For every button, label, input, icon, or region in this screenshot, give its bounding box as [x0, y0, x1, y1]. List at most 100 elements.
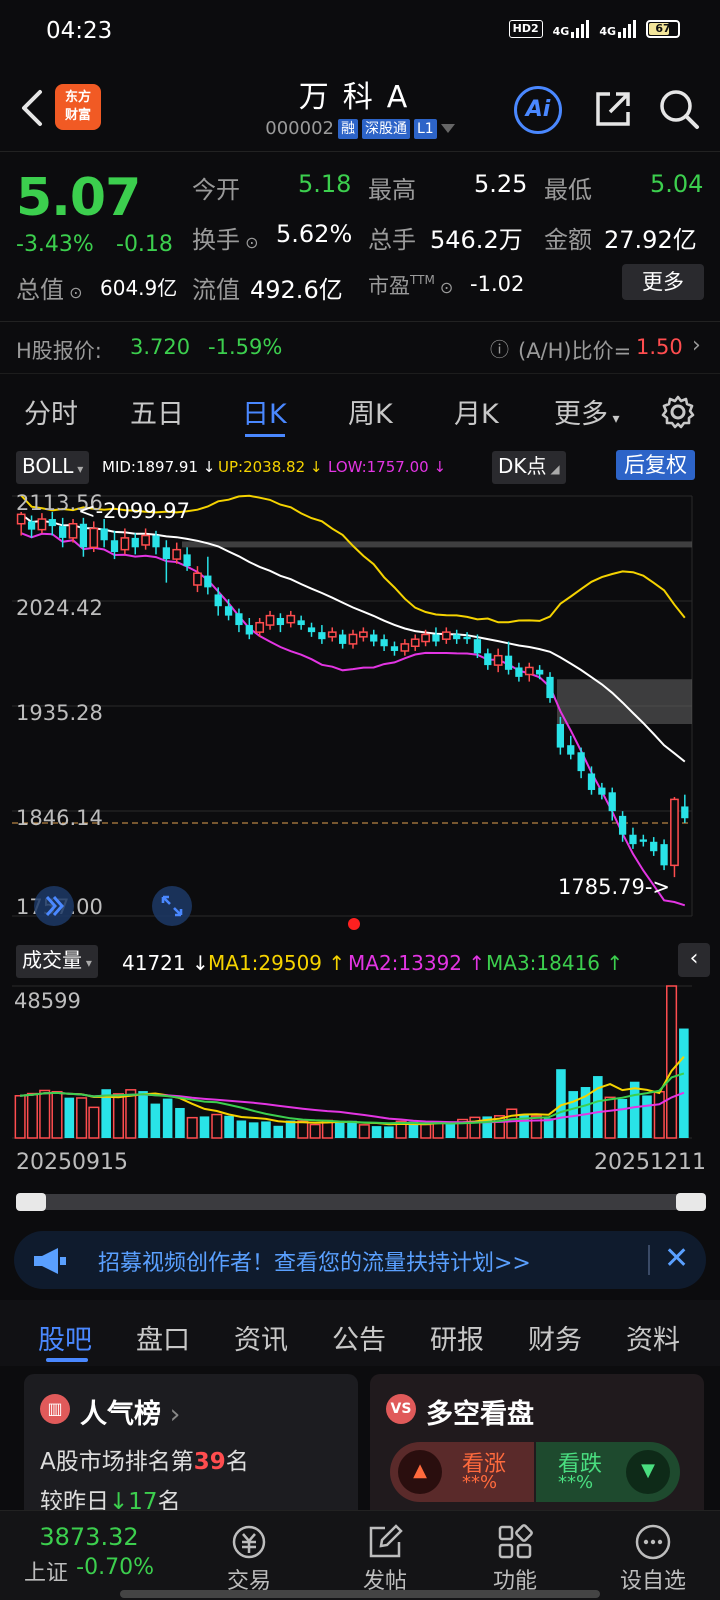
- candle: [639, 839, 647, 842]
- help-icon[interactable]: ⓘ: [490, 335, 509, 362]
- volume-bar: [568, 1091, 579, 1138]
- volume-bar: [39, 1089, 51, 1139]
- chart-range-scrollbar[interactable]: [16, 1193, 706, 1211]
- signal-icon: 4G: [553, 20, 590, 38]
- candle: [68, 523, 78, 539]
- chevron-right-icon: ›: [692, 333, 701, 358]
- range-handle-right[interactable]: [676, 1193, 706, 1211]
- h-share-percent: -1.59%: [208, 335, 283, 359]
- volume-bar: [273, 1125, 284, 1138]
- boll-mid: MID:1897.91 ↓: [102, 458, 216, 476]
- float-label: 流值: [192, 276, 240, 304]
- candle: [37, 518, 47, 531]
- volume-select[interactable]: 成交量 ▾: [16, 945, 98, 978]
- low-label: 最低: [544, 176, 592, 204]
- nav-add-watchlist[interactable]: 设自选: [608, 1521, 698, 1595]
- range-handle-left[interactable]: [16, 1193, 46, 1211]
- date-end: 20251211: [594, 1150, 706, 1175]
- candle: [629, 834, 637, 845]
- tab-profile[interactable]: 资料: [626, 1318, 680, 1357]
- search-icon[interactable]: [658, 88, 700, 130]
- candle: [650, 841, 658, 852]
- home-indicator: [120, 1590, 600, 1598]
- promo-banner[interactable]: 招募视频创作者！查看您的流量扶持计划>> ✕: [14, 1231, 706, 1289]
- tab-monthly-k[interactable]: 月K: [454, 392, 499, 431]
- popularity-rank: A股市场排名第39名: [40, 1449, 249, 1475]
- nav-trade[interactable]: 交易: [204, 1521, 294, 1595]
- adjust-mode-button[interactable]: 后复权: [616, 450, 695, 480]
- candle: [120, 537, 130, 551]
- y-tick-label: 1846.14: [16, 806, 103, 830]
- index-ticker[interactable]: 3873.32 上证 -0.70%: [24, 1523, 154, 1587]
- volume-bar: [653, 1090, 665, 1139]
- candle: [162, 547, 170, 560]
- candle: [172, 548, 182, 560]
- nav-post[interactable]: 发帖: [340, 1521, 430, 1595]
- pe-value: -1.02: [470, 272, 525, 296]
- tab-pankou[interactable]: 盘口: [136, 1318, 190, 1357]
- megaphone-icon: [34, 1248, 66, 1274]
- volume-bar: [617, 1098, 628, 1138]
- share-icon[interactable]: [592, 88, 634, 130]
- candle: [297, 620, 305, 626]
- more-quote-button[interactable]: 更多: [622, 264, 704, 300]
- nav-functions[interactable]: 功能: [470, 1521, 560, 1595]
- tab-announcements[interactable]: 公告: [332, 1318, 386, 1357]
- bull-button[interactable]: ▲ 看涨 **%: [390, 1442, 534, 1502]
- close-icon[interactable]: ✕: [664, 1241, 689, 1276]
- candle: [598, 787, 606, 795]
- event-dot[interactable]: [348, 918, 360, 930]
- trade-icon: [232, 1525, 266, 1559]
- connect-tag: 深股通: [362, 118, 410, 139]
- volume-bar: [64, 1097, 75, 1138]
- bull-bear-title: 多空看盘: [426, 1399, 534, 1430]
- candle: [79, 523, 88, 548]
- candle: [608, 792, 616, 812]
- ah-ratio-value: 1.50: [636, 335, 683, 359]
- volume-bar: [445, 1123, 456, 1138]
- volume-bar: [14, 1095, 26, 1139]
- volume-bar: [51, 1090, 63, 1139]
- fullscreen-icon[interactable]: [150, 884, 194, 928]
- volume-bar: [248, 1122, 259, 1138]
- tab-five-day[interactable]: 五日: [130, 392, 184, 431]
- tab-finance[interactable]: 财务: [528, 1318, 582, 1357]
- popularity-card[interactable]: ▥ 人气榜 › A股市场排名第39名 较昨日↓17名: [24, 1374, 358, 1520]
- resistance-zone: [182, 541, 692, 548]
- status-icons: HD2 4G 4G 67: [508, 20, 680, 38]
- tab-intraday[interactable]: 分时: [24, 392, 78, 431]
- popularity-icon: ▥: [40, 1394, 70, 1424]
- volume-bar: [679, 1028, 689, 1138]
- bear-button[interactable]: 看跌 **% ▼: [536, 1442, 680, 1502]
- tab-research[interactable]: 研报: [430, 1318, 484, 1357]
- hd-icon: HD2: [508, 20, 543, 38]
- candlestick-chart[interactable]: 2113.562024.421935.281846.141757.00<-209…: [12, 488, 708, 938]
- volume-bar: [384, 1126, 394, 1138]
- arrow-up-icon: ▲: [398, 1450, 442, 1494]
- candle: [524, 666, 534, 676]
- candle: [27, 521, 36, 530]
- bottom-navigation: 3873.32 上证 -0.70% 交易 发帖 功能 设自选: [0, 1510, 720, 1600]
- bull-bear-card[interactable]: VS 多空看盘 ▲ 看涨 **% 看跌 **% ▼: [370, 1374, 704, 1520]
- candle: [484, 653, 492, 666]
- settings-gear-icon[interactable]: [660, 394, 696, 430]
- indicator-select[interactable]: BOLL ▾: [16, 451, 90, 484]
- collapse-panel-icon[interactable]: ‹: [678, 943, 710, 977]
- y-tick-label: 1935.28: [16, 701, 103, 725]
- volume-ma3: MA3:18416 ↑: [486, 951, 624, 975]
- h-share-row[interactable]: H股报价: 3.720 -1.59% ⓘ (A/H)比价= 1.50 ›: [0, 322, 720, 374]
- volume-bar: [211, 1113, 223, 1139]
- change-amount: -0.18: [116, 232, 173, 257]
- expand-side-icon[interactable]: [32, 884, 76, 928]
- tab-daily-k[interactable]: 日K: [242, 392, 287, 431]
- candle: [587, 773, 596, 790]
- tab-news[interactable]: 资讯: [234, 1318, 288, 1357]
- volume-bar: [26, 1092, 38, 1139]
- tab-weekly-k[interactable]: 周K: [348, 392, 393, 431]
- popularity-title: 人气榜 ›: [80, 1399, 181, 1430]
- volume-bar: [88, 1106, 100, 1139]
- tab-more[interactable]: 更多 ▾: [554, 392, 619, 431]
- dk-point-select[interactable]: DK点 ◢: [492, 451, 566, 484]
- ai-button[interactable]: Ai: [514, 86, 562, 134]
- tab-guba[interactable]: 股吧: [38, 1318, 92, 1357]
